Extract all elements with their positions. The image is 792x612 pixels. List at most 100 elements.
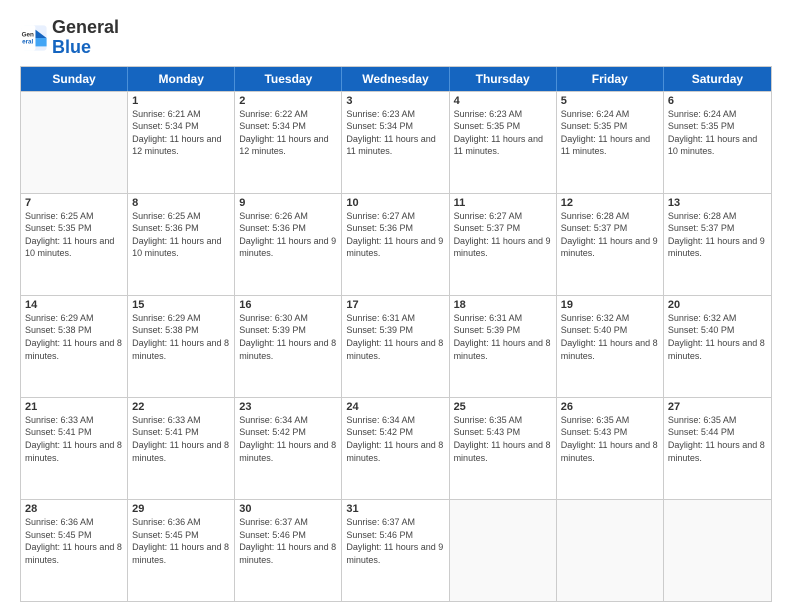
calendar-cell: 9Sunrise: 6:26 AM Sunset: 5:36 PM Daylig… [235, 194, 342, 295]
calendar-cell: 31Sunrise: 6:37 AM Sunset: 5:46 PM Dayli… [342, 500, 449, 601]
cell-info: Sunrise: 6:25 AM Sunset: 5:36 PM Dayligh… [132, 210, 230, 260]
cell-info: Sunrise: 6:37 AM Sunset: 5:46 PM Dayligh… [346, 516, 444, 566]
cell-date-number: 25 [454, 401, 552, 413]
calendar-cell: 6Sunrise: 6:24 AM Sunset: 5:35 PM Daylig… [664, 92, 771, 193]
calendar-body: 1Sunrise: 6:21 AM Sunset: 5:34 PM Daylig… [21, 91, 771, 601]
cell-info: Sunrise: 6:27 AM Sunset: 5:36 PM Dayligh… [346, 210, 444, 260]
cell-info: Sunrise: 6:36 AM Sunset: 5:45 PM Dayligh… [132, 516, 230, 566]
cell-info: Sunrise: 6:37 AM Sunset: 5:46 PM Dayligh… [239, 516, 337, 566]
cell-info: Sunrise: 6:31 AM Sunset: 5:39 PM Dayligh… [346, 312, 444, 362]
calendar-cell: 19Sunrise: 6:32 AM Sunset: 5:40 PM Dayli… [557, 296, 664, 397]
calendar-cell: 10Sunrise: 6:27 AM Sunset: 5:36 PM Dayli… [342, 194, 449, 295]
calendar-cell: 29Sunrise: 6:36 AM Sunset: 5:45 PM Dayli… [128, 500, 235, 601]
cell-info: Sunrise: 6:29 AM Sunset: 5:38 PM Dayligh… [25, 312, 123, 362]
logo: Gen eral General Blue [20, 18, 119, 58]
cell-date-number: 5 [561, 95, 659, 107]
calendar-cell [450, 500, 557, 601]
cell-info: Sunrise: 6:35 AM Sunset: 5:43 PM Dayligh… [454, 414, 552, 464]
cell-info: Sunrise: 6:24 AM Sunset: 5:35 PM Dayligh… [668, 108, 767, 158]
calendar-cell: 28Sunrise: 6:36 AM Sunset: 5:45 PM Dayli… [21, 500, 128, 601]
cell-date-number: 24 [346, 401, 444, 413]
cell-date-number: 13 [668, 197, 767, 209]
cell-info: Sunrise: 6:22 AM Sunset: 5:34 PM Dayligh… [239, 108, 337, 158]
cell-date-number: 2 [239, 95, 337, 107]
calendar-header-sunday: Sunday [21, 67, 128, 91]
calendar-cell: 13Sunrise: 6:28 AM Sunset: 5:37 PM Dayli… [664, 194, 771, 295]
calendar-cell [557, 500, 664, 601]
calendar-header-friday: Friday [557, 67, 664, 91]
cell-info: Sunrise: 6:30 AM Sunset: 5:39 PM Dayligh… [239, 312, 337, 362]
calendar-week-3: 14Sunrise: 6:29 AM Sunset: 5:38 PM Dayli… [21, 295, 771, 397]
cell-info: Sunrise: 6:27 AM Sunset: 5:37 PM Dayligh… [454, 210, 552, 260]
cell-date-number: 29 [132, 503, 230, 515]
cell-date-number: 4 [454, 95, 552, 107]
cell-info: Sunrise: 6:32 AM Sunset: 5:40 PM Dayligh… [561, 312, 659, 362]
cell-info: Sunrise: 6:24 AM Sunset: 5:35 PM Dayligh… [561, 108, 659, 158]
logo-icon: Gen eral [20, 24, 48, 52]
calendar-cell: 11Sunrise: 6:27 AM Sunset: 5:37 PM Dayli… [450, 194, 557, 295]
calendar-cell: 17Sunrise: 6:31 AM Sunset: 5:39 PM Dayli… [342, 296, 449, 397]
cell-info: Sunrise: 6:33 AM Sunset: 5:41 PM Dayligh… [25, 414, 123, 464]
calendar-cell: 2Sunrise: 6:22 AM Sunset: 5:34 PM Daylig… [235, 92, 342, 193]
calendar-cell: 21Sunrise: 6:33 AM Sunset: 5:41 PM Dayli… [21, 398, 128, 499]
calendar-cell: 16Sunrise: 6:30 AM Sunset: 5:39 PM Dayli… [235, 296, 342, 397]
cell-date-number: 8 [132, 197, 230, 209]
cell-date-number: 3 [346, 95, 444, 107]
cell-info: Sunrise: 6:29 AM Sunset: 5:38 PM Dayligh… [132, 312, 230, 362]
calendar-cell: 27Sunrise: 6:35 AM Sunset: 5:44 PM Dayli… [664, 398, 771, 499]
cell-info: Sunrise: 6:31 AM Sunset: 5:39 PM Dayligh… [454, 312, 552, 362]
calendar-cell: 18Sunrise: 6:31 AM Sunset: 5:39 PM Dayli… [450, 296, 557, 397]
calendar-cell: 4Sunrise: 6:23 AM Sunset: 5:35 PM Daylig… [450, 92, 557, 193]
cell-date-number: 12 [561, 197, 659, 209]
header: Gen eral General Blue [20, 18, 772, 58]
calendar: SundayMondayTuesdayWednesdayThursdayFrid… [20, 66, 772, 602]
cell-info: Sunrise: 6:23 AM Sunset: 5:35 PM Dayligh… [454, 108, 552, 158]
cell-date-number: 11 [454, 197, 552, 209]
cell-info: Sunrise: 6:36 AM Sunset: 5:45 PM Dayligh… [25, 516, 123, 566]
cell-info: Sunrise: 6:35 AM Sunset: 5:43 PM Dayligh… [561, 414, 659, 464]
cell-date-number: 6 [668, 95, 767, 107]
logo-text-line2: Blue [52, 38, 119, 58]
calendar-cell: 25Sunrise: 6:35 AM Sunset: 5:43 PM Dayli… [450, 398, 557, 499]
cell-date-number: 22 [132, 401, 230, 413]
logo-text-line1: General [52, 18, 119, 38]
cell-date-number: 16 [239, 299, 337, 311]
calendar-header-saturday: Saturday [664, 67, 771, 91]
page: Gen eral General Blue SundayMondayTuesda… [0, 0, 792, 612]
cell-info: Sunrise: 6:35 AM Sunset: 5:44 PM Dayligh… [668, 414, 767, 464]
calendar-cell: 7Sunrise: 6:25 AM Sunset: 5:35 PM Daylig… [21, 194, 128, 295]
calendar-cell: 24Sunrise: 6:34 AM Sunset: 5:42 PM Dayli… [342, 398, 449, 499]
cell-date-number: 1 [132, 95, 230, 107]
calendar-header-row: SundayMondayTuesdayWednesdayThursdayFrid… [21, 67, 771, 91]
cell-info: Sunrise: 6:33 AM Sunset: 5:41 PM Dayligh… [132, 414, 230, 464]
cell-date-number: 20 [668, 299, 767, 311]
svg-text:eral: eral [22, 38, 33, 45]
calendar-cell: 8Sunrise: 6:25 AM Sunset: 5:36 PM Daylig… [128, 194, 235, 295]
cell-info: Sunrise: 6:25 AM Sunset: 5:35 PM Dayligh… [25, 210, 123, 260]
calendar-week-1: 1Sunrise: 6:21 AM Sunset: 5:34 PM Daylig… [21, 91, 771, 193]
cell-date-number: 7 [25, 197, 123, 209]
cell-date-number: 17 [346, 299, 444, 311]
cell-info: Sunrise: 6:34 AM Sunset: 5:42 PM Dayligh… [239, 414, 337, 464]
calendar-cell: 26Sunrise: 6:35 AM Sunset: 5:43 PM Dayli… [557, 398, 664, 499]
calendar-cell: 14Sunrise: 6:29 AM Sunset: 5:38 PM Dayli… [21, 296, 128, 397]
calendar-cell: 5Sunrise: 6:24 AM Sunset: 5:35 PM Daylig… [557, 92, 664, 193]
calendar-cell: 12Sunrise: 6:28 AM Sunset: 5:37 PM Dayli… [557, 194, 664, 295]
calendar-header-tuesday: Tuesday [235, 67, 342, 91]
cell-info: Sunrise: 6:28 AM Sunset: 5:37 PM Dayligh… [561, 210, 659, 260]
cell-date-number: 18 [454, 299, 552, 311]
calendar-cell: 1Sunrise: 6:21 AM Sunset: 5:34 PM Daylig… [128, 92, 235, 193]
calendar-week-2: 7Sunrise: 6:25 AM Sunset: 5:35 PM Daylig… [21, 193, 771, 295]
cell-info: Sunrise: 6:23 AM Sunset: 5:34 PM Dayligh… [346, 108, 444, 158]
cell-date-number: 26 [561, 401, 659, 413]
calendar-week-4: 21Sunrise: 6:33 AM Sunset: 5:41 PM Dayli… [21, 397, 771, 499]
cell-info: Sunrise: 6:32 AM Sunset: 5:40 PM Dayligh… [668, 312, 767, 362]
cell-info: Sunrise: 6:28 AM Sunset: 5:37 PM Dayligh… [668, 210, 767, 260]
cell-date-number: 31 [346, 503, 444, 515]
calendar-cell: 15Sunrise: 6:29 AM Sunset: 5:38 PM Dayli… [128, 296, 235, 397]
cell-info: Sunrise: 6:21 AM Sunset: 5:34 PM Dayligh… [132, 108, 230, 158]
calendar-header-monday: Monday [128, 67, 235, 91]
calendar-cell: 22Sunrise: 6:33 AM Sunset: 5:41 PM Dayli… [128, 398, 235, 499]
calendar-cell: 20Sunrise: 6:32 AM Sunset: 5:40 PM Dayli… [664, 296, 771, 397]
cell-info: Sunrise: 6:34 AM Sunset: 5:42 PM Dayligh… [346, 414, 444, 464]
